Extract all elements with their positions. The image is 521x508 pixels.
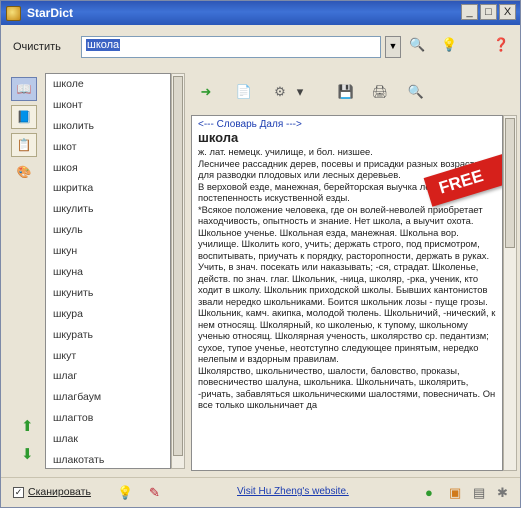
settings-dropdown-icon[interactable]: ▾: [291, 83, 309, 101]
word-list-item[interactable]: шкура: [46, 304, 170, 325]
title-bar: StarDict _ □ X: [1, 1, 520, 25]
search-icon[interactable]: 🔍: [409, 37, 425, 53]
close-button[interactable]: X: [499, 4, 516, 20]
definition-paragraph: ж. лат. немецк. училище, и бол. низшее.: [198, 146, 373, 157]
save-icon[interactable]: 💾: [337, 83, 355, 101]
definition-paragraph: Школярство, школьничество, шалости, бало…: [198, 364, 496, 411]
word-list-item[interactable]: шкот: [46, 137, 170, 158]
definition-pane[interactable]: <--- Словарь Даля ---> школа ж. лат. нем…: [191, 115, 503, 471]
settings-icon[interactable]: ⚙: [271, 83, 289, 101]
stardict-window: StarDict _ □ X Очистить школа ▼ 🔍 💡 ❓ 📖 …: [0, 0, 521, 508]
definition-scrollbar[interactable]: [503, 115, 517, 471]
word-list-item[interactable]: шконт: [46, 95, 170, 116]
word-list-item[interactable]: шкунить: [46, 283, 170, 304]
search-toolbar: Очистить школа ▼ 🔍 💡 ❓: [1, 25, 520, 69]
word-list[interactable]: школе шконт школить шкот шкоя шкритка шкулить ш…: [45, 73, 171, 469]
search-query-text: школа: [86, 39, 121, 51]
window-controls: _ □ X: [461, 4, 516, 20]
previous-word-arrow-icon[interactable]: ⬆: [21, 417, 34, 435]
word-list-item[interactable]: школить: [46, 116, 170, 137]
word-list-item[interactable]: шкритка: [46, 178, 170, 199]
word-list-item[interactable]: шкуль: [46, 220, 170, 241]
results-list-icon[interactable]: 📋: [11, 133, 37, 157]
definition-toolbar: ➜ 📄 ⚙ ▾ 💾 🖨 🔍: [191, 73, 501, 113]
dictionary-name: <--- Словарь Даля --->: [198, 119, 302, 130]
palette-icon[interactable]: 🎨: [11, 161, 37, 185]
window-title: StarDict: [27, 6, 74, 20]
bulb-icon[interactable]: 💡: [117, 485, 133, 501]
headword: школа: [198, 130, 239, 145]
side-icon-column: 📖 📘 📋 🎨 ⬆ ⬇: [7, 73, 45, 469]
app-icon: [6, 5, 21, 21]
word-list-item[interactable]: шкут: [46, 346, 170, 367]
maximize-button[interactable]: □: [480, 4, 497, 20]
manager-icon[interactable]: ▤: [473, 485, 485, 501]
globe-icon[interactable]: ●: [425, 485, 433, 500]
definition-paragraph: Школьник, камч. акипка, молодой тюлень. …: [198, 307, 496, 364]
word-list-item[interactable]: школе: [46, 74, 170, 95]
next-word-arrow-icon[interactable]: ⬇: [21, 445, 34, 463]
word-list-item[interactable]: шкулить: [46, 199, 170, 220]
word-list-item[interactable]: шкурать: [46, 325, 170, 346]
word-list-item[interactable]: шкоя: [46, 158, 170, 179]
print-icon[interactable]: 🖨: [371, 83, 389, 101]
definition-paragraph: *Всякое положение человека, где он волей…: [198, 203, 490, 261]
tray-icon[interactable]: ▣: [449, 485, 461, 501]
status-bar: ✓ Сканировать 💡 ✎ Visit Hu Zheng's websi…: [1, 477, 520, 507]
find-in-text-icon[interactable]: 🔍: [407, 83, 425, 101]
lightbulb-icon[interactable]: 💡: [441, 37, 457, 53]
plugin-icon[interactable]: ✱: [497, 485, 508, 501]
forward-icon[interactable]: ➜: [197, 83, 215, 101]
copy-icon[interactable]: 📄: [235, 83, 253, 101]
history-dropdown-button[interactable]: ▼: [385, 36, 401, 58]
word-list-item[interactable]: шлак: [46, 429, 170, 450]
dictionary-list-icon[interactable]: 📖: [11, 77, 37, 101]
word-list-scroll-thumb[interactable]: [173, 76, 183, 456]
pen-icon[interactable]: ✎: [149, 485, 160, 501]
help-icon[interactable]: ❓: [493, 37, 509, 53]
word-list-item[interactable]: шлагбаум: [46, 387, 170, 408]
word-list-item[interactable]: шлакотать: [46, 450, 170, 468]
scan-checkbox[interactable]: ✓: [13, 487, 24, 498]
clear-search-button[interactable]: Очистить: [13, 37, 77, 57]
search-input[interactable]: школа: [81, 36, 381, 58]
scan-label[interactable]: Сканировать: [28, 486, 91, 498]
word-list-scrollbar[interactable]: [171, 73, 185, 469]
word-list-item[interactable]: шкун: [46, 241, 170, 262]
definition-scroll-thumb[interactable]: [505, 118, 515, 248]
word-list-item[interactable]: шкуна: [46, 262, 170, 283]
book-icon[interactable]: 📘: [11, 105, 37, 129]
word-list-item[interactable]: шлагтов: [46, 408, 170, 429]
website-link[interactable]: Visit Hu Zheng's website.: [237, 486, 349, 497]
definition-paragraph: Учить, в знач. посекать или наказывать; …: [198, 261, 488, 307]
minimize-button[interactable]: _: [461, 4, 478, 20]
word-list-item[interactable]: шлаг: [46, 366, 170, 387]
